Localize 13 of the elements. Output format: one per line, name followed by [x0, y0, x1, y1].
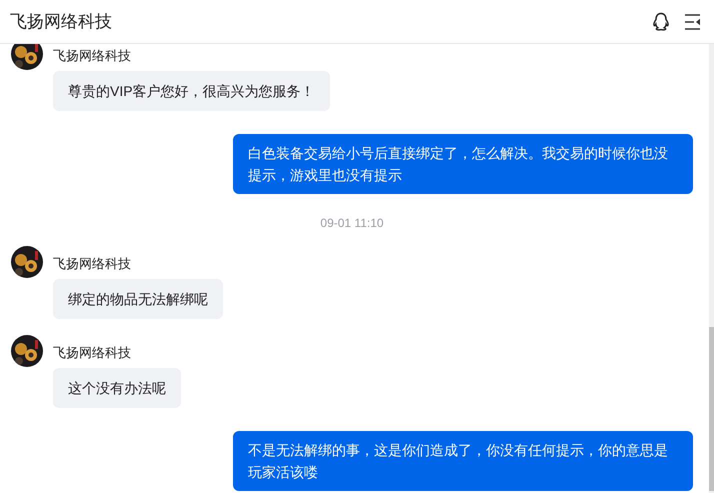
sender-name: 飞扬网络科技 [53, 255, 131, 273]
sender-name: 飞扬网络科技 [53, 47, 131, 65]
scrollbar[interactable] [709, 44, 714, 493]
chat-title: 飞扬网络科技 [10, 11, 112, 33]
message-bubble: 这个没有办法呢 [53, 368, 181, 408]
menu-icon[interactable] [684, 12, 702, 30]
message-bubble: 尊贵的VIP客户您好，很高兴为您服务！ [53, 71, 330, 111]
penguin-icon[interactable] [652, 12, 670, 32]
message-bubble: 白色装备交易给小号后直接绑定了，怎么解决。我交易的时候你也没提示，游戏里也没有提示 [233, 134, 693, 194]
sender-name: 飞扬网络科技 [53, 344, 131, 362]
message-bubble: 不是无法解绑的事，这是你们造成了，你没有任何提示，你的意思是玩家活该喽 [233, 431, 693, 491]
message-bubble: 绑定的物品无法解绑呢 [53, 279, 223, 319]
timestamp: 09-01 11:10 [320, 216, 384, 230]
